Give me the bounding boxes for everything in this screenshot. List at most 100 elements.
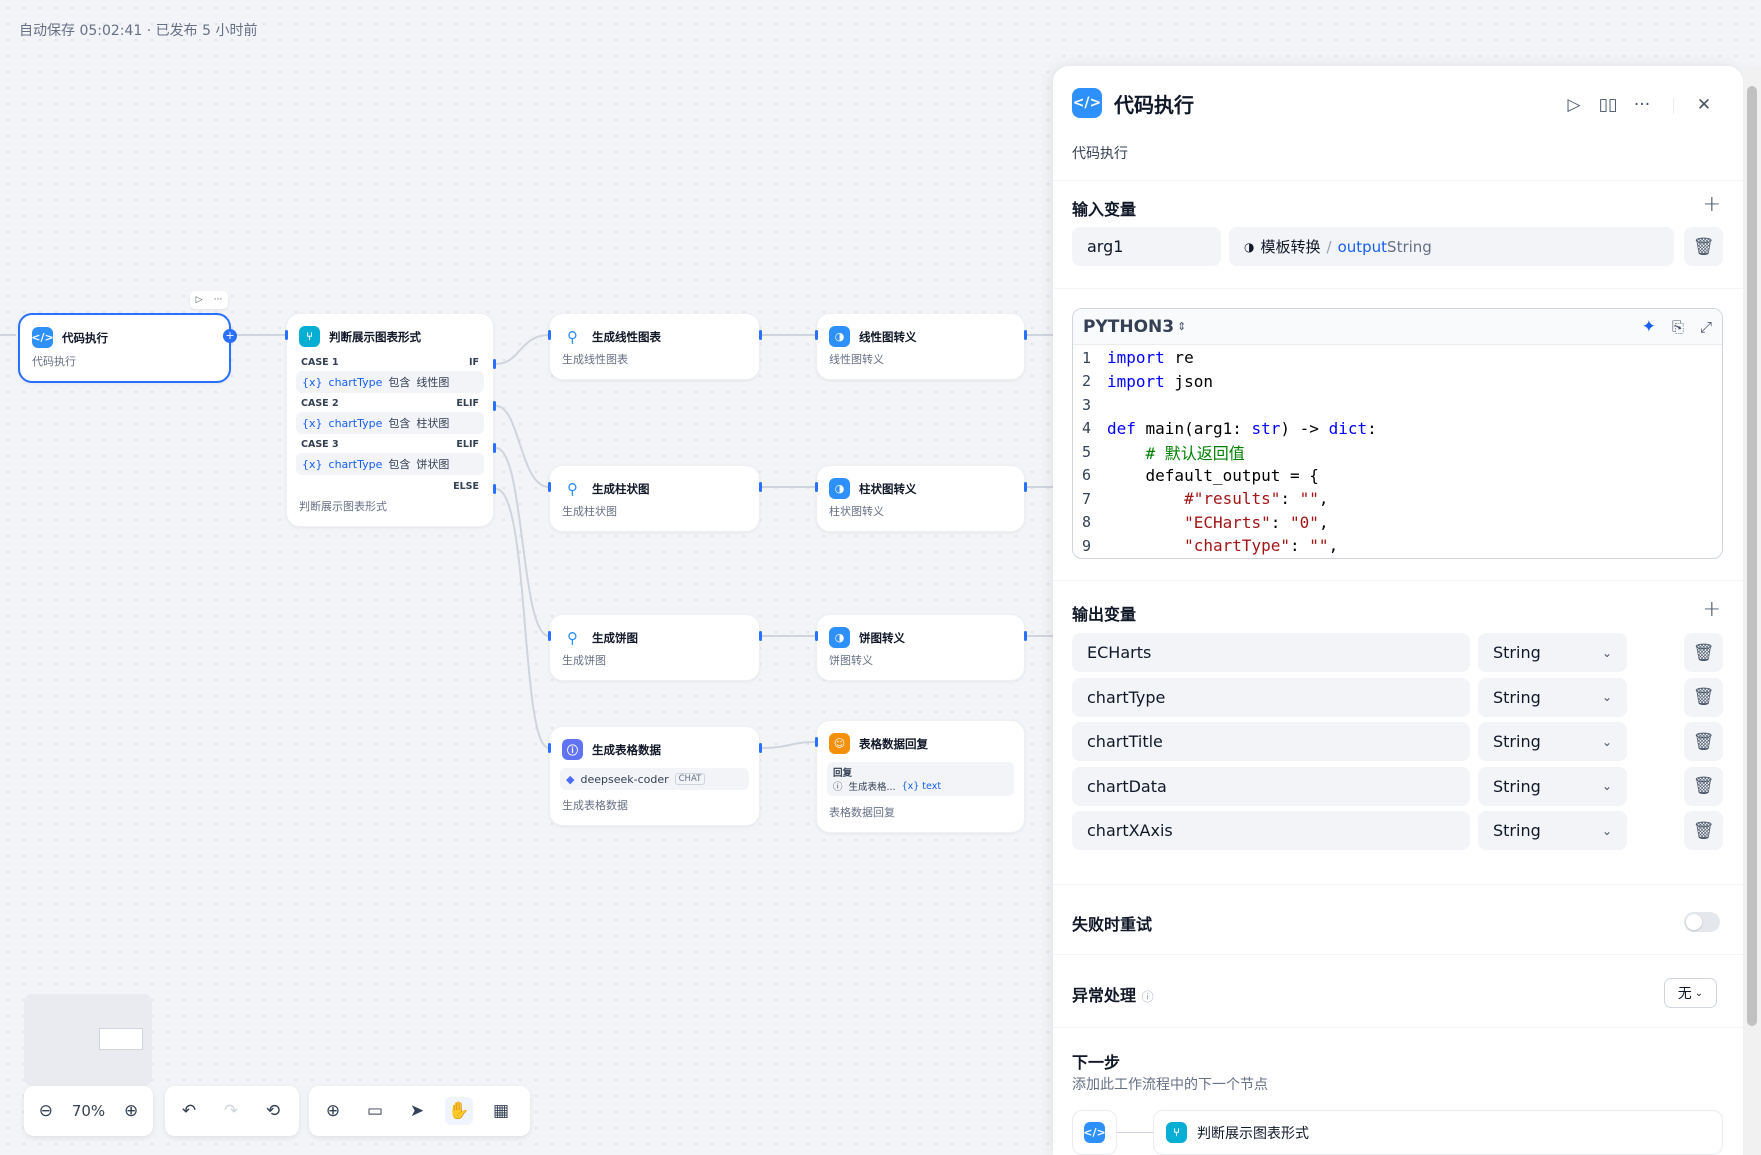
node-desc: 线性图转义	[829, 353, 884, 366]
book-icon[interactable]: ▯▯	[1595, 92, 1621, 118]
output-var-name[interactable]: chartXAxis	[1072, 811, 1470, 850]
redo-icon[interactable]: ↷	[217, 1097, 245, 1125]
delete-output-icon[interactable]: 🗑	[1684, 766, 1723, 806]
output-var-type[interactable]: String ⌄	[1478, 633, 1627, 672]
panel-description[interactable]: 代码执行	[1072, 143, 1128, 163]
delete-input-icon[interactable]: 🗑	[1684, 227, 1723, 266]
node-bar-gen[interactable]: ⚲ 生成柱状图 生成柱状图	[549, 465, 760, 532]
output-var-type[interactable]: String ⌄	[1478, 766, 1627, 806]
zoom-out-icon[interactable]: ⊖	[34, 1097, 58, 1125]
port[interactable]	[759, 631, 762, 641]
minimap[interactable]	[24, 994, 152, 1086]
delete-output-icon[interactable]: 🗑	[1684, 633, 1723, 672]
panel-title[interactable]: 代码执行	[1114, 89, 1194, 118]
output-var-name[interactable]: ECHarts	[1072, 633, 1470, 672]
node-table-gen[interactable]: ⓘ 生成表格数据 ◆ deepseek-coder CHAT 生成表格数据	[549, 726, 760, 826]
port[interactable]	[1024, 330, 1027, 340]
port[interactable]	[493, 484, 496, 494]
close-icon[interactable]: ✕	[1691, 92, 1717, 118]
port[interactable]	[759, 330, 762, 340]
code-editor[interactable]: PYTHON3 ⇕ ✦ ⎘ ⤢ 1 import re 2 import json 3 4…	[1072, 308, 1723, 559]
port[interactable]	[815, 482, 818, 492]
add-output-icon[interactable]: +	[1703, 597, 1721, 622]
more-icon[interactable]: ···	[214, 295, 223, 305]
delete-output-icon[interactable]: 🗑	[1684, 722, 1723, 761]
minimap-viewport[interactable]	[99, 1028, 143, 1050]
port[interactable]	[493, 401, 496, 411]
code-line[interactable]: 4 def main(arg1: str) -> dict:	[1073, 417, 1722, 441]
port[interactable]	[548, 330, 551, 340]
node-title: 柱状图转义	[859, 481, 917, 496]
zoom-in-icon[interactable]: ⊕	[119, 1097, 143, 1125]
node-line-gen[interactable]: ⚲ 生成线性图表 生成线性图表	[549, 313, 760, 380]
line-number: 6	[1081, 466, 1091, 485]
port[interactable]	[815, 631, 818, 641]
organize-icon[interactable]: ▦	[487, 1097, 515, 1125]
output-var-type[interactable]: String ⌄	[1478, 677, 1627, 717]
code-line[interactable]: 8 "ECHarts": "0",	[1073, 511, 1722, 535]
code-line[interactable]: 7 #"results": "",	[1073, 487, 1722, 511]
port[interactable]	[285, 330, 288, 340]
port[interactable]	[759, 482, 762, 492]
hand-icon[interactable]: ✋	[445, 1097, 473, 1125]
history-icon[interactable]: ⟲	[259, 1097, 287, 1125]
code-line[interactable]: 6 default_output = {	[1073, 464, 1722, 488]
sparkle-icon[interactable]: ✦	[1642, 317, 1656, 337]
retry-toggle[interactable]	[1684, 912, 1720, 932]
add-input-icon[interactable]: +	[1703, 192, 1721, 217]
port[interactable]	[548, 743, 551, 753]
port[interactable]	[548, 482, 551, 492]
add-node-icon[interactable]: ⊕	[319, 1097, 347, 1125]
output-var-name[interactable]: chartType	[1072, 677, 1470, 717]
code-line[interactable]: 3	[1073, 393, 1722, 417]
node-bar-tpl[interactable]: ◑ 柱状图转义 柱状图转义	[816, 465, 1025, 532]
run-icon[interactable]: ▷	[1561, 92, 1587, 118]
output-var-name[interactable]: chartData	[1072, 766, 1470, 806]
add-next-handle[interactable]: +	[223, 329, 237, 343]
port[interactable]	[1024, 631, 1027, 641]
scrollbar-thumb[interactable]	[1747, 86, 1757, 1026]
node-table-reply[interactable]: ☺ 表格数据回复 回复 ⓘ 生成表格... {x} text 表格数据回复	[816, 720, 1025, 833]
node-line-tpl[interactable]: ◑ 线性图转义 线性图转义	[816, 313, 1025, 380]
pointer-icon[interactable]: ➤	[403, 1097, 431, 1125]
delete-output-icon[interactable]: 🗑	[1684, 811, 1723, 850]
port[interactable]	[815, 330, 818, 340]
add-note-icon[interactable]: ▭	[361, 1097, 389, 1125]
output-var-type[interactable]: String ⌄	[1478, 811, 1627, 850]
output-var-type[interactable]: String ⌄	[1478, 722, 1627, 761]
zoom-level[interactable]: 70%	[72, 1102, 105, 1120]
port[interactable]	[815, 737, 818, 747]
node-pie-tpl[interactable]: ◑ 饼图转义 饼图转义	[816, 614, 1025, 681]
sort-icon[interactable]: ⇕	[1177, 320, 1186, 333]
code-line[interactable]: 2 import json	[1073, 370, 1722, 394]
code-line[interactable]: 9 "chartType": "",	[1073, 534, 1722, 558]
code-line[interactable]: 5 # 默认返回值	[1073, 440, 1722, 464]
next-step-node[interactable]: ⑂ 判断展示图表形式	[1153, 1110, 1723, 1155]
expand-icon[interactable]: ⤢	[1700, 318, 1712, 336]
port[interactable]	[548, 631, 551, 641]
code-line[interactable]: 1 import re	[1073, 346, 1722, 370]
port[interactable]	[493, 359, 496, 369]
node-pie-gen[interactable]: ⚲ 生成饼图 生成饼图	[549, 614, 760, 681]
output-var-name[interactable]: chartTitle	[1072, 722, 1470, 761]
code-lines[interactable]: 1 import re 2 import json 3 4 def main(arg1: s…	[1073, 345, 1722, 558]
copy-icon[interactable]: ⎘	[1672, 318, 1684, 336]
node-code-exec[interactable]: </> 代码执行 代码执行 +	[18, 313, 237, 383]
port[interactable]	[1024, 482, 1027, 492]
delete-output-icon[interactable]: 🗑	[1684, 677, 1723, 717]
input-var-name[interactable]: arg1	[1072, 227, 1221, 266]
output-section-title: 输出变量	[1072, 605, 1137, 624]
input-var-source[interactable]: ◑ 模板转换 / output String	[1229, 227, 1674, 266]
language-select[interactable]: PYTHON3	[1083, 317, 1174, 337]
line-number: 3	[1081, 395, 1091, 414]
more-icon[interactable]: ···	[1629, 92, 1655, 118]
run-node-icon[interactable]: ▷	[196, 295, 203, 305]
panel-scrollbar[interactable]	[1743, 66, 1761, 1155]
port[interactable]	[759, 743, 762, 753]
port[interactable]	[493, 443, 496, 453]
case-header: CASE 3 ELIF	[301, 439, 479, 450]
undo-icon[interactable]: ↶	[175, 1097, 203, 1125]
error-handling-select[interactable]: 无 ⌄	[1664, 978, 1717, 1008]
retry-label: 失败时重试	[1072, 915, 1153, 934]
node-ifelse[interactable]: ⑂ 判断展示图表形式 CASE 1 IF {x} chartType 包含 线性图 CA…	[286, 313, 494, 527]
